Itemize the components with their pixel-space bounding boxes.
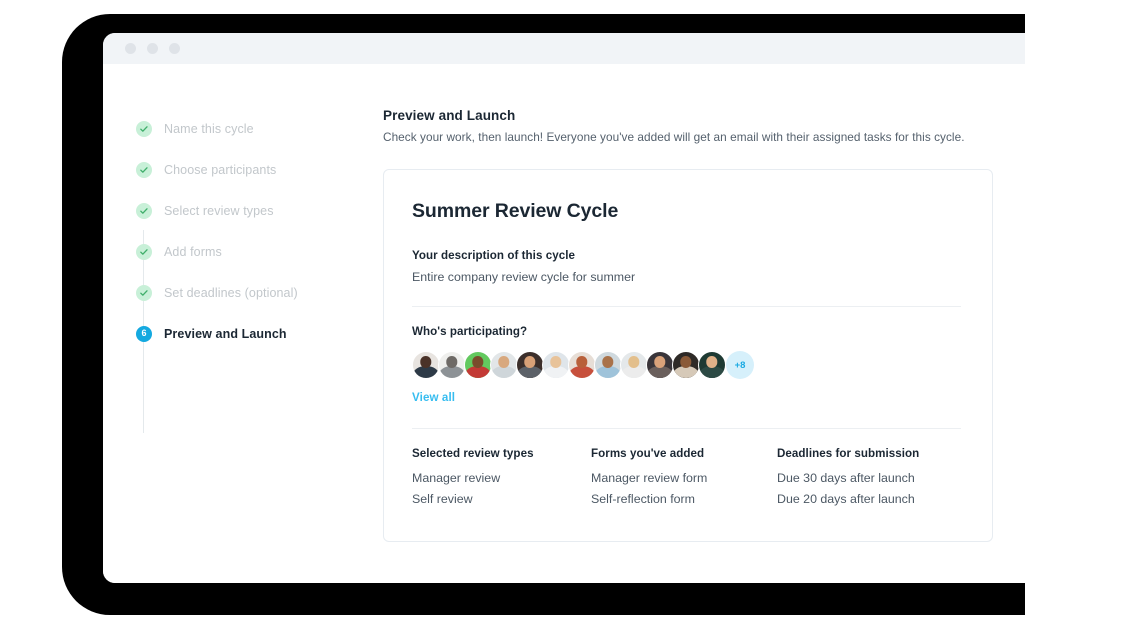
column-heading: Deadlines for submission: [777, 447, 920, 460]
list-item: Self-reflection form: [591, 492, 695, 506]
sidebar-item-label: Select review types: [164, 203, 274, 218]
avatar[interactable]: [568, 351, 596, 379]
list-item: Manager review form: [591, 471, 708, 485]
sidebar-item-set-deadlines[interactable]: Set deadlines (optional): [136, 272, 383, 313]
check-icon: [136, 284, 152, 301]
sidebar-item-label: Choose participants: [164, 162, 277, 177]
sidebar-item-label: Preview and Launch: [164, 326, 287, 341]
window-close-dot[interactable]: [125, 43, 136, 54]
wizard-stepper: Name this cycle Choose participants Sele…: [103, 108, 383, 583]
browser-window: Name this cycle Choose participants Sele…: [103, 33, 1025, 583]
page-title: Preview and Launch: [383, 108, 516, 123]
column-heading: Selected review types: [412, 447, 534, 460]
avatar[interactable]: [438, 351, 466, 379]
main-content: Preview and Launch Check your work, then…: [383, 108, 1025, 583]
check-icon: [136, 202, 152, 219]
list-item: Self review: [412, 492, 473, 506]
app-viewport: Name this cycle Choose participants Sele…: [103, 64, 1025, 583]
participant-avatar-group: +8: [412, 351, 961, 379]
avatar[interactable]: [412, 351, 440, 379]
check-icon: [136, 243, 152, 260]
avatar[interactable]: [490, 351, 518, 379]
window-titlebar: [103, 33, 1025, 64]
section-divider-participants: [412, 306, 961, 307]
description-label: Your description of this cycle: [412, 249, 575, 262]
avatar[interactable]: [464, 351, 492, 379]
avatar[interactable]: [672, 351, 700, 379]
sidebar-item-add-forms[interactable]: Add forms: [136, 231, 383, 272]
avatar-overflow-badge[interactable]: +8: [726, 351, 754, 379]
avatar[interactable]: [516, 351, 544, 379]
window-minimize-dot[interactable]: [147, 43, 158, 54]
avatar[interactable]: [698, 351, 726, 379]
step-number-badge: 6: [136, 325, 152, 342]
column-selected-review-types: Selected review types Manager review Sel…: [412, 447, 591, 513]
sidebar-item-name-this-cycle[interactable]: Name this cycle: [136, 108, 383, 149]
screenshot-stage: Name this cycle Choose participants Sele…: [0, 0, 1130, 630]
check-icon: [136, 161, 152, 178]
list-item: Manager review: [412, 471, 501, 485]
window-maximize-dot[interactable]: [169, 43, 180, 54]
summary-columns: Selected review types Manager review Sel…: [412, 447, 961, 513]
column-deadlines: Deadlines for submission Due 30 days aft…: [777, 447, 919, 513]
avatar[interactable]: [646, 351, 674, 379]
sidebar-item-label: Add forms: [164, 244, 222, 259]
avatar[interactable]: [594, 351, 622, 379]
sidebar-item-label: Name this cycle: [164, 121, 254, 136]
check-icon: [136, 120, 152, 137]
sidebar-item-label: Set deadlines (optional): [164, 285, 298, 300]
sidebar-item-choose-participants[interactable]: Choose participants: [136, 149, 383, 190]
sidebar-item-select-review-types[interactable]: Select review types: [136, 190, 383, 231]
participants-label: Who's participating?: [412, 325, 528, 338]
list-item: Due 20 days after launch: [777, 492, 915, 506]
cycle-preview-card: Summer Review Cycle Your description of …: [383, 169, 993, 542]
page-subtitle: Check your work, then launch! Everyone y…: [383, 130, 965, 144]
view-all-participants-link[interactable]: View all: [412, 391, 455, 404]
description-value: Entire company review cycle for summer: [412, 270, 636, 284]
column-forms-added: Forms you've added Manager review form S…: [591, 447, 777, 513]
list-item: Due 30 days after launch: [777, 471, 915, 485]
avatar[interactable]: [620, 351, 648, 379]
sidebar-item-preview-and-launch[interactable]: 6 Preview and Launch: [136, 313, 383, 354]
section-divider-summary: [412, 428, 961, 429]
column-heading: Forms you've added: [591, 447, 705, 460]
avatar[interactable]: [542, 351, 570, 379]
cycle-title: Summer Review Cycle: [412, 200, 619, 222]
